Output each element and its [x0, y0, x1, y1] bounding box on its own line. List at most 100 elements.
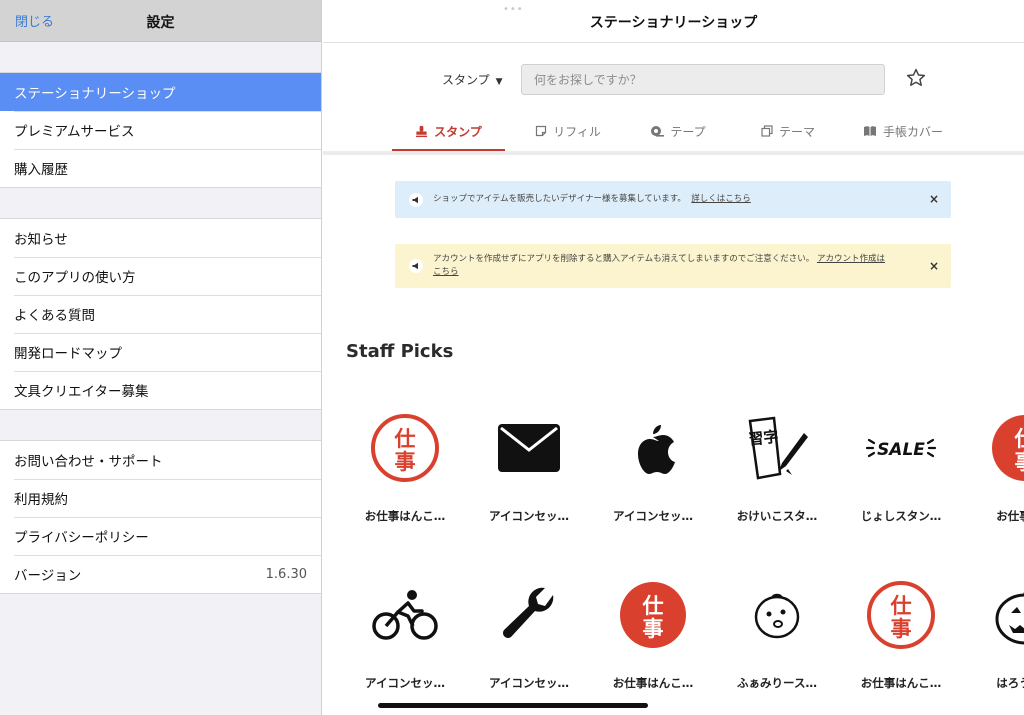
sidebar-item-news[interactable]: お知らせ — [0, 219, 321, 257]
category-tabs: スタンプ リフィル テープ テーマ 手帳カバー — [323, 112, 1024, 152]
sidebar-item-label: お問い合わせ・サポート — [14, 454, 163, 470]
star-icon[interactable] — [905, 67, 927, 89]
sidebar-item-version: バージョン 1.6.30 — [0, 555, 321, 593]
designer-recruit-banner: ショップでアイテムを販売したいデザイナー様を募集しています。 詳しくはこちら × — [395, 181, 951, 218]
sale-text: SALE — [877, 440, 925, 460]
sidebar-item-privacy[interactable]: プライバシーポリシー — [0, 517, 321, 555]
sidebar-item-label: このアプリの使い方 — [14, 270, 136, 286]
tab-tape[interactable]: テープ — [623, 112, 733, 150]
stamp-glyph: 仕 — [1014, 427, 1024, 451]
tape-icon — [651, 126, 665, 137]
sale-icon: SALE — [846, 398, 956, 498]
pumpkin-icon — [970, 565, 1024, 665]
tab-stamp[interactable]: スタンプ — [392, 112, 505, 152]
stamp-icon — [416, 125, 428, 137]
stamp-glyph: 事 — [891, 617, 912, 641]
stamp-glyph: 事 — [643, 617, 664, 641]
banner-message: アカウントを作成せずにアプリを削除すると購入アイテムも消えてしまいますのでご注意… — [433, 254, 815, 264]
product-name: おけいこスタ… — [736, 509, 818, 523]
close-icon[interactable]: × — [929, 259, 939, 273]
sidebar-item-label: 購入履歴 — [14, 162, 68, 178]
theme-icon — [761, 125, 773, 137]
sidebar-item-contact[interactable]: お問い合わせ・サポート — [0, 441, 321, 479]
product-card[interactable]: 習字 おけいこスタ… — [722, 398, 832, 548]
product-name: アイコンセッ… — [613, 509, 693, 523]
sidebar-item-roadmap[interactable]: 開発ロードマップ — [0, 333, 321, 371]
search-row: スタンプ ▼ — [323, 64, 1024, 96]
home-indicator[interactable] — [378, 703, 648, 708]
sidebar-item-label: プレミアムサービス — [14, 124, 135, 140]
tab-book-cover[interactable]: 手帳カバー — [843, 112, 963, 150]
banner-link[interactable]: 詳しくはこちら — [691, 194, 751, 204]
envelope-icon — [474, 398, 584, 498]
stamp-glyph: 仕 — [394, 427, 416, 451]
product-card[interactable]: 仕事 お仕事はんこ… — [846, 565, 956, 715]
search-box — [521, 64, 885, 95]
shigoto-stamp-icon: 仕事 — [350, 398, 460, 498]
sidebar-header: 閉じる 設定 — [0, 0, 321, 42]
shigoto-stamp-icon: 仕事 — [846, 565, 956, 665]
shigoto-stamp-icon: 仕事 — [598, 565, 708, 665]
sidebar-item-faq[interactable]: よくある質問 — [0, 295, 321, 333]
banner-message: ショップでアイテムを販売したいデザイナー様を募集しています。 — [433, 194, 686, 204]
sidebar-item-terms[interactable]: 利用規約 — [0, 479, 321, 517]
product-card[interactable]: 仕事 お仕事は… — [970, 398, 1024, 548]
settings-group-shop: ステーショナリーショップ プレミアムサービス 購入履歴 — [0, 72, 321, 188]
product-card[interactable]: アイコンセッ… — [350, 565, 460, 715]
multitask-handle[interactable]: ••• — [503, 4, 524, 15]
product-name: ふぁみりース… — [737, 676, 817, 690]
tab-label: スタンプ — [434, 124, 482, 139]
sidebar-item-label: 開発ロードマップ — [14, 346, 122, 362]
tab-label: テーマ — [778, 124, 815, 139]
baby-face-icon — [722, 565, 832, 665]
product-card[interactable]: アイコンセッ… — [474, 398, 584, 548]
tab-theme[interactable]: テーマ — [733, 112, 843, 150]
chevron-down-icon: ▼ — [495, 77, 503, 87]
product-card[interactable]: アイコンセッ… — [598, 398, 708, 548]
product-card[interactable]: ふぁみりース… — [722, 565, 832, 715]
product-card[interactable]: 仕事 お仕事はんこ… — [598, 565, 708, 715]
product-name: お仕事はんこ… — [860, 676, 942, 690]
shop-main: ••• ステーショナリーショップ スタンプ ▼ スタンプ リフィル — [323, 0, 1024, 715]
calligraphy-icon: 習字 — [722, 398, 832, 498]
stamp-glyph: 事 — [1015, 450, 1024, 474]
product-card[interactable]: アイコンセッ… — [474, 565, 584, 715]
section-title: Staff Picks — [346, 341, 454, 362]
category-select-label: スタンプ — [442, 73, 490, 87]
sidebar-item-creator-recruit[interactable]: 文具クリエイター募集 — [0, 371, 321, 409]
settings-group-info: お知らせ このアプリの使い方 よくある質問 開発ロードマップ 文具クリエイター募… — [0, 218, 321, 410]
product-name: お仕事はんこ… — [612, 676, 694, 690]
sidebar-item-purchase-history[interactable]: 購入履歴 — [0, 149, 321, 187]
stamp-glyph: 仕 — [890, 594, 912, 618]
sidebar-item-label: ステーショナリーショップ — [14, 86, 176, 102]
tab-label: テープ — [670, 124, 706, 139]
stamp-glyph: 仕 — [642, 594, 664, 618]
close-icon[interactable]: × — [929, 192, 939, 206]
product-card[interactable]: SALE じょしスタン… — [846, 398, 956, 548]
tab-label: 手帳カバー — [882, 124, 943, 139]
sidebar-item-how-to-use[interactable]: このアプリの使い方 — [0, 257, 321, 295]
product-name: お仕事はんこ… — [364, 509, 446, 523]
book-cover-icon — [863, 126, 876, 136]
stamp-glyph: 事 — [395, 450, 416, 474]
sidebar-item-label: よくある質問 — [14, 308, 95, 324]
search-input[interactable] — [522, 65, 884, 94]
settings-group-support: お問い合わせ・サポート 利用規約 プライバシーポリシー バージョン 1.6.30 — [0, 440, 321, 594]
account-warning-banner: アカウントを作成せずにアプリを削除すると購入アイテムも消えてしまいますのでご注意… — [395, 244, 951, 288]
megaphone-icon — [409, 259, 423, 273]
sidebar-item-label: プライバシーポリシー — [14, 530, 149, 546]
tab-label: リフィル — [553, 124, 601, 139]
apple-icon — [598, 398, 708, 498]
sidebar-item-label: お知らせ — [14, 232, 68, 248]
product-name: お仕事は… — [996, 509, 1024, 523]
sidebar-item-premium[interactable]: プレミアムサービス — [0, 111, 321, 149]
product-card[interactable]: はろうい… — [970, 565, 1024, 715]
page-title: ステーショナリーショップ — [589, 15, 758, 31]
sidebar-item-stationery-shop[interactable]: ステーショナリーショップ — [0, 73, 321, 111]
banner-text: アカウントを作成せずにアプリを削除すると購入アイテムも消えてしまいますのでご注意… — [433, 253, 891, 279]
category-select[interactable]: スタンプ ▼ — [442, 71, 503, 88]
product-card[interactable]: 仕事 お仕事はんこ… — [350, 398, 460, 548]
tab-refill[interactable]: リフィル — [513, 112, 623, 150]
megaphone-icon — [409, 193, 423, 207]
product-name: じょしスタン… — [860, 509, 942, 523]
